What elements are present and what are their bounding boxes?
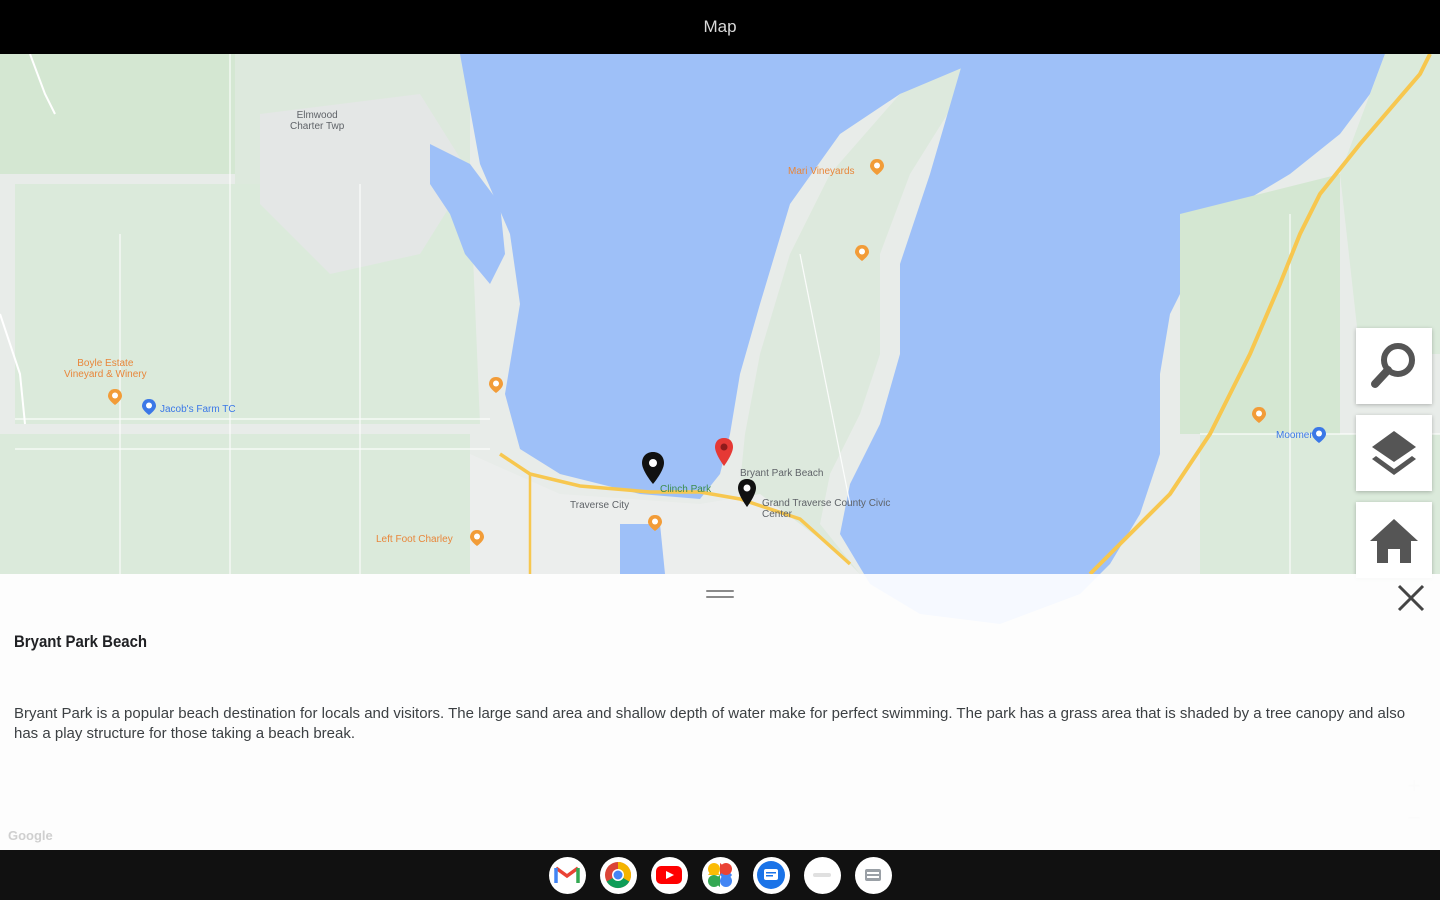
map-label-elmwood: Elmwood Charter Twp — [290, 110, 345, 132]
map-label-civic: Grand Traverse County Civic Center — [762, 498, 891, 520]
poi-pin-icon[interactable] — [868, 158, 886, 176]
youtube-icon[interactable] — [650, 856, 688, 894]
home-button[interactable] — [1356, 502, 1432, 578]
google-attribution: Google — [8, 828, 53, 843]
place-title: Bryant Park Beach — [14, 632, 148, 651]
home-icon — [1370, 519, 1418, 563]
gmail-icon[interactable] — [548, 856, 586, 894]
app-title: Map — [703, 17, 737, 36]
poi-pin-icon[interactable] — [468, 529, 486, 547]
system-shelf — [0, 850, 1440, 900]
app-icon[interactable] — [854, 856, 892, 894]
map-label-mari: Mari Vineyards — [788, 166, 855, 177]
poi-pin-icon[interactable] — [487, 376, 505, 394]
app-bar: Map — [0, 0, 1440, 54]
place-detail-sheet: Bryant Park Beach Bryant Park is a popul… — [0, 574, 1440, 850]
poi-pin-icon[interactable] — [1310, 426, 1328, 444]
map-label-clinch: Clinch Park — [660, 484, 712, 495]
map-label-traverse-city: Traverse City — [570, 500, 630, 511]
map-app: Map Elmwood Charter Twp Boyle Estate Vin… — [0, 0, 1440, 900]
map-label-boyle: Boyle Estate Vineyard & Winery — [64, 358, 147, 380]
app-icon[interactable] — [803, 856, 841, 894]
poi-pin-icon[interactable] — [646, 514, 664, 532]
poi-pin-icon[interactable] — [853, 244, 871, 262]
search-icon — [1371, 343, 1415, 388]
search-button[interactable] — [1356, 328, 1432, 404]
layers-button[interactable] — [1356, 415, 1432, 491]
map-label-leftfoot: Left Foot Charley — [376, 534, 453, 545]
close-icon[interactable] — [1393, 580, 1429, 616]
messages-icon[interactable] — [752, 856, 790, 894]
drag-handle[interactable] — [706, 590, 734, 600]
map-label-jacobs: Jacob's Farm TC — [160, 404, 236, 415]
location-marker-icon[interactable] — [640, 451, 666, 485]
location-marker-icon[interactable] — [736, 478, 758, 508]
selected-marker-icon[interactable] — [713, 437, 735, 467]
layers-icon — [1372, 431, 1416, 475]
place-description: Bryant Park is a popular beach destinati… — [14, 705, 1406, 742]
poi-pin-icon[interactable] — [106, 388, 124, 406]
poi-pin-icon[interactable] — [140, 398, 158, 416]
poi-pin-icon[interactable] — [1250, 406, 1268, 424]
photos-icon[interactable] — [701, 856, 739, 894]
chrome-icon[interactable] — [599, 856, 637, 894]
